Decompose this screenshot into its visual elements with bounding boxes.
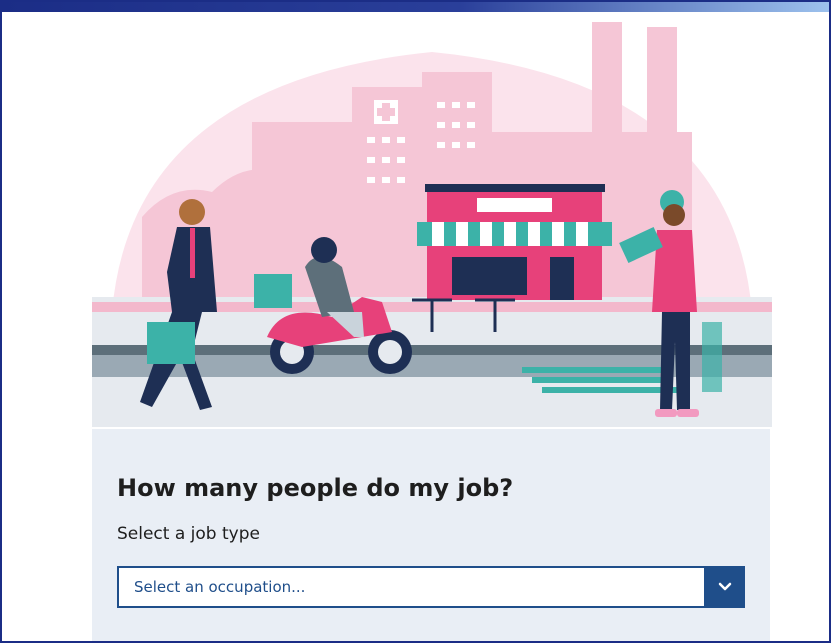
city-street-illustration <box>92 22 772 427</box>
occupation-select[interactable]: Select an occupation... <box>117 566 745 608</box>
occupation-select-value[interactable]: Select an occupation... <box>119 578 704 596</box>
window-top-bar <box>2 2 829 12</box>
chevron-down-icon <box>718 582 731 591</box>
job-type-label: Select a job type <box>117 524 260 544</box>
app-window: How many people do my job? Select a job … <box>0 0 831 643</box>
dropdown-button[interactable] <box>704 566 745 608</box>
job-search-panel: How many people do my job? Select a job … <box>92 429 770 641</box>
panel-heading: How many people do my job? <box>117 474 514 502</box>
